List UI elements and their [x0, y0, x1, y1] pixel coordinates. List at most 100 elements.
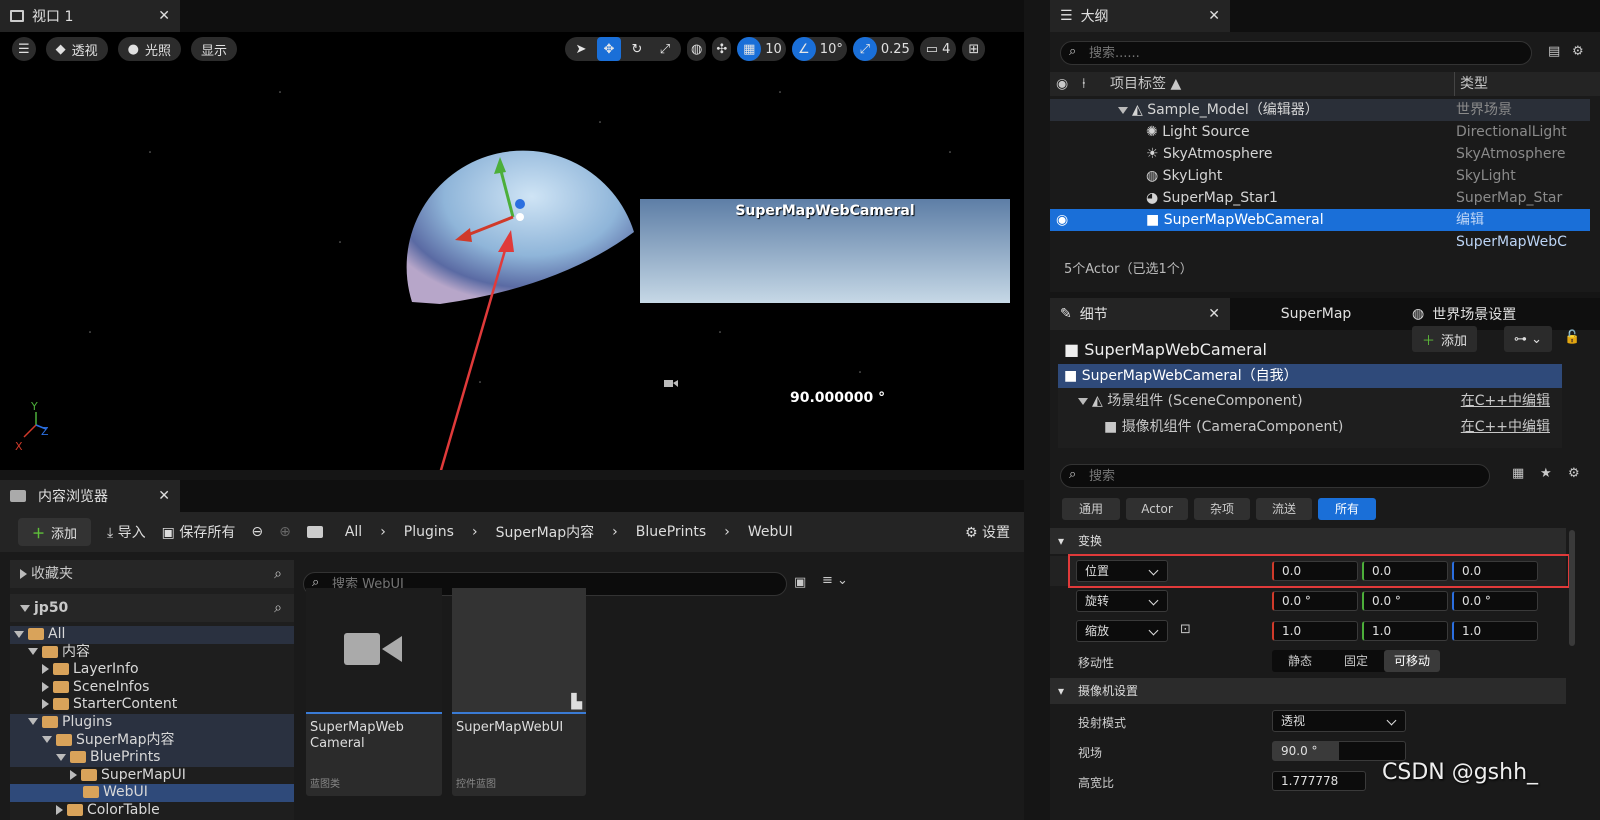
scale-row: 缩放 ⊡ 1.0 1.0 1.0: [1050, 616, 1566, 646]
aspect-field[interactable]: 1.777778: [1272, 771, 1366, 791]
tree-item[interactable]: Plugins: [10, 713, 294, 732]
lock-icon[interactable]: 🔓: [1564, 330, 1580, 345]
save-icon: ▣: [161, 525, 180, 541]
mobility-stationary[interactable]: 固定: [1328, 650, 1384, 672]
star-icon[interactable]: ★: [1540, 466, 1552, 481]
edit-cpp-link[interactable]: 在C++中编辑: [1461, 414, 1550, 440]
list-item[interactable]: ◍ SkyLight SkyLight: [1050, 165, 1590, 187]
asset-tile[interactable]: SuperMapWeb Cameral 蓝图类: [306, 588, 442, 796]
outliner-search-input[interactable]: [1089, 43, 1509, 63]
component-item[interactable]: ◭ 场景组件 (SceneComponent) 在C++中编辑: [1058, 388, 1562, 414]
column-type[interactable]: 类型: [1460, 72, 1488, 96]
table-icon[interactable]: ▦: [1512, 466, 1524, 481]
import-button[interactable]: ⤓ 导入: [107, 522, 146, 542]
tab-details[interactable]: ✎ 细节 ✕: [1050, 298, 1230, 330]
camera-icon: ■: [1146, 212, 1164, 228]
list-item[interactable]: ◭ Sample_Model（编辑器） 世界场景: [1050, 99, 1590, 121]
close-icon[interactable]: ✕: [158, 488, 170, 504]
outliner-search[interactable]: ⌕: [1060, 41, 1532, 65]
close-icon[interactable]: ✕: [158, 8, 170, 24]
save-all-button[interactable]: ▣ 保存所有: [162, 522, 236, 542]
fov-slider[interactable]: 90.0 °: [1272, 741, 1406, 761]
close-icon[interactable]: ✕: [1208, 306, 1220, 322]
rotation-y-field[interactable]: 0.0 °: [1362, 591, 1448, 611]
section-camera-settings[interactable]: ▾ 摄像机设置: [1050, 678, 1566, 704]
scale-y-field[interactable]: 1.0: [1362, 621, 1448, 641]
rotation-z-field[interactable]: 0.0 °: [1452, 591, 1538, 611]
rotation-row: 旋转 0.0 ° 0.0 ° 0.0 °: [1050, 586, 1566, 616]
back-icon[interactable]: ⊖: [251, 524, 263, 540]
blueprint-button[interactable]: ⊶ ⌄: [1504, 326, 1553, 352]
breadcrumb-item[interactable]: Plugins: [404, 524, 454, 540]
asset-tile[interactable]: ▙ SuperMapWebUI 控件蓝图: [452, 588, 586, 796]
tab-supermap[interactable]: SuperMap: [1230, 298, 1402, 330]
eye-icon[interactable]: ◉: [1056, 72, 1068, 96]
filter-tab[interactable]: 通用: [1062, 498, 1120, 520]
tab-content-browser[interactable]: 内容浏览器 ✕: [0, 480, 180, 512]
mobility-static[interactable]: 静态: [1272, 650, 1328, 672]
camera-actor-icon[interactable]: [664, 380, 678, 387]
column-divider[interactable]: [1454, 72, 1455, 96]
tree-item[interactable]: BluePrints: [10, 749, 294, 767]
tree-item[interactable]: ColorTable: [10, 802, 294, 820]
breadcrumb-item[interactable]: WebUI: [748, 524, 793, 540]
scale-dropdown[interactable]: 缩放: [1076, 620, 1168, 642]
list-item[interactable]: ✺ Light Source DirectionalLight: [1050, 121, 1590, 143]
details-search[interactable]: ⌕: [1060, 464, 1490, 488]
search-icon[interactable]: ⌕: [274, 594, 282, 622]
filter-tab[interactable]: 杂项: [1194, 498, 1250, 520]
search-icon[interactable]: ⌕: [274, 560, 282, 588]
list-item[interactable]: ◕ SuperMap_Star1 SuperMap_Star: [1050, 187, 1590, 209]
list-item-selected[interactable]: ◉ ■ SuperMapWebCameral 编辑SuperMapWebC: [1050, 209, 1590, 250]
component-item[interactable]: ■ 摄像机组件 (CameraComponent) 在C++中编辑: [1058, 414, 1562, 440]
tree-item[interactable]: All: [10, 626, 294, 644]
forward-icon[interactable]: ⊕: [279, 524, 291, 540]
list-item[interactable]: ☀ SkyAtmosphere SkyAtmosphere: [1050, 143, 1590, 165]
details-scrollbar[interactable]: [1569, 530, 1575, 646]
settings-button[interactable]: ⚙ 设置: [965, 522, 1010, 542]
content-browser: 内容浏览器 ✕ ＋ 添加 ⤓ 导入 ▣ 保存所有 ⊖ ⊕ All › Plugins…: [0, 480, 1024, 820]
chevron-right-icon: ›: [471, 524, 478, 540]
rotation-dropdown[interactable]: 旋转: [1076, 590, 1168, 612]
scale-x-field[interactable]: 1.0: [1272, 621, 1358, 641]
gear-icon[interactable]: ⚙: [1568, 466, 1580, 481]
save-search-icon[interactable]: ▣: [794, 575, 806, 590]
rotation-x-field[interactable]: 0.0 °: [1272, 591, 1358, 611]
asset-name: SuperMapWeb: [310, 720, 404, 735]
filter-tab[interactable]: 流送: [1256, 498, 1312, 520]
add-folder-icon[interactable]: ▤: [1548, 44, 1560, 59]
favorites-header[interactable]: 收藏夹 ⌕: [10, 560, 294, 588]
mobility-movable[interactable]: 可移动: [1384, 650, 1440, 672]
filter-tab-active[interactable]: 所有: [1318, 498, 1376, 520]
add-component-button[interactable]: ＋ 添加: [1412, 326, 1478, 352]
breadcrumb-item[interactable]: All: [345, 524, 362, 540]
tree-item[interactable]: SuperMap内容: [10, 731, 294, 750]
eye-icon[interactable]: ◉: [1056, 209, 1068, 231]
tab-viewport[interactable]: 视口 1 ✕: [0, 0, 180, 32]
section-transform[interactable]: ▾ 变换: [1050, 528, 1566, 554]
column-label[interactable]: 项目标签 ▲: [1110, 72, 1181, 96]
camera-icon: ■: [1104, 419, 1122, 435]
filter-tab[interactable]: Actor: [1126, 498, 1188, 520]
component-item-selected[interactable]: ■ SuperMapWebCameral（自我）: [1058, 364, 1562, 388]
lock-icon[interactable]: ⊡: [1180, 622, 1191, 637]
tree-item[interactable]: SceneInfos: [10, 679, 294, 697]
details-search-input[interactable]: [1089, 466, 1479, 486]
tab-outliner[interactable]: ☰ 大纲 ✕: [1050, 0, 1230, 32]
filter-icon[interactable]: ≡ ⌄: [822, 573, 848, 588]
projection-dropdown[interactable]: 透视: [1272, 710, 1406, 732]
tree-item[interactable]: LayerInfo: [10, 661, 294, 679]
close-icon[interactable]: ✕: [1208, 8, 1220, 24]
scale-z-field[interactable]: 1.0: [1452, 621, 1538, 641]
add-button[interactable]: ＋ 添加: [18, 518, 92, 546]
gear-icon[interactable]: ⚙: [1572, 44, 1584, 59]
breadcrumb-item[interactable]: SuperMap内容: [496, 522, 595, 542]
tree-item[interactable]: SuperMapUI: [10, 767, 294, 785]
tree-item[interactable]: StarterContent: [10, 696, 294, 714]
breadcrumb-item[interactable]: BluePrints: [636, 524, 706, 540]
tree-item-selected[interactable]: WebUI: [10, 784, 294, 802]
edit-cpp-link[interactable]: 在C++中编辑: [1461, 388, 1550, 414]
pin-icon[interactable]: ⍿: [1082, 72, 1086, 96]
tree-item[interactable]: 内容: [10, 644, 294, 662]
project-header[interactable]: jp50 ⌕: [10, 594, 294, 622]
